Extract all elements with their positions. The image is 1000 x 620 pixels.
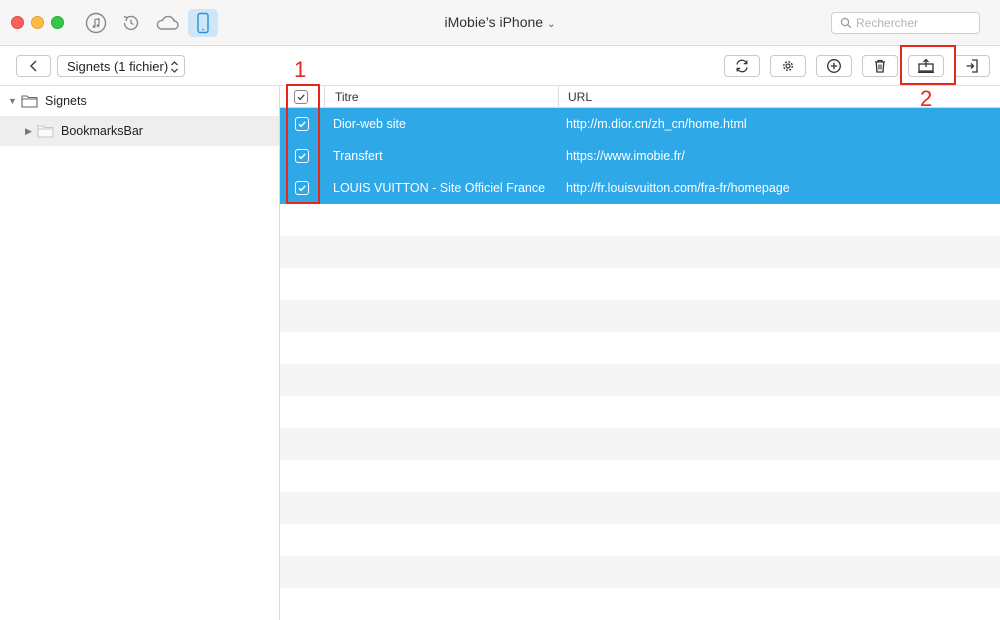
column-header-label: URL — [568, 90, 593, 104]
folder-select[interactable]: Signets (1 fichier) — [57, 55, 185, 77]
disclosure-triangle-expanded-icon[interactable]: ▼ — [8, 96, 17, 106]
annotation-box-checkboxes — [286, 84, 320, 204]
cell-title: Dior-web site — [333, 117, 406, 131]
gear-icon — [783, 61, 793, 71]
send-to-device-button[interactable] — [954, 55, 990, 77]
empty-row — [280, 364, 1000, 396]
folder-icon — [37, 125, 54, 138]
annotation-number-1: 1 — [294, 57, 307, 82]
column-header-title[interactable]: Titre — [324, 86, 559, 108]
table-header: Titre URL — [280, 86, 1000, 108]
folder-icon — [21, 95, 38, 108]
back-button[interactable] — [16, 55, 51, 77]
delete-button[interactable] — [862, 55, 898, 77]
table-row[interactable]: LOUIS VUITTON - Site Officiel France htt… — [280, 172, 1000, 204]
refresh-button[interactable] — [724, 55, 760, 77]
annotation-box-export-button — [900, 45, 956, 85]
cell-title: LOUIS VUITTON - Site Officiel France — [333, 181, 546, 195]
add-icon — [827, 59, 841, 73]
table-row[interactable]: Transfert https://www.imobie.fr/ — [280, 140, 1000, 172]
sidebar: ▼ Signets ▶ BookmarksBar — [0, 86, 280, 620]
cell-url: http://fr.louisvuitton.com/fra-fr/homepa… — [566, 181, 790, 195]
add-button[interactable] — [816, 55, 852, 77]
cell-url: http://m.dior.cn/zh_cn/home.html — [566, 117, 747, 131]
trash-icon — [875, 59, 885, 73]
settings-button[interactable] — [770, 55, 806, 77]
cell-title: Transfert — [333, 149, 383, 163]
tree-item-signets[interactable]: ▼ Signets — [0, 86, 279, 116]
search-box[interactable] — [831, 12, 980, 34]
cell-url: https://www.imobie.fr/ — [566, 149, 685, 163]
device-name: iMobie’s iPhone — [444, 14, 544, 30]
empty-row — [280, 428, 1000, 460]
chevron-left-icon — [29, 60, 37, 72]
send-to-device-icon — [966, 59, 978, 73]
search-icon — [840, 17, 852, 29]
disclosure-triangle-collapsed-icon[interactable]: ▶ — [25, 126, 32, 137]
tree-item-bookmarksbar[interactable]: ▶ BookmarksBar — [0, 116, 279, 146]
empty-row — [280, 300, 1000, 332]
empty-row — [280, 236, 1000, 268]
empty-row — [280, 492, 1000, 524]
chevron-down-icon: ⌄ — [547, 19, 556, 30]
tree-item-label: Signets — [45, 94, 87, 108]
toolbar: Signets (1 fichier) — [0, 46, 1000, 86]
search-input[interactable] — [854, 15, 964, 31]
refresh-icon — [736, 59, 748, 73]
title-bar: iMobie’s iPhone ⌄ — [0, 0, 1000, 46]
annotation-number-2: 2 — [920, 86, 933, 111]
column-header-url[interactable]: URL — [558, 86, 1000, 108]
tree-item-label: BookmarksBar — [61, 124, 143, 138]
up-down-arrows-icon — [171, 61, 178, 73]
folder-select-label: Signets (1 fichier) — [67, 58, 169, 74]
table-row[interactable]: Dior-web site http://m.dior.cn/zh_cn/hom… — [280, 108, 1000, 140]
column-header-label: Titre — [335, 90, 359, 104]
bookmarks-table: Titre URL Dior-web site http://m.dior.cn… — [280, 86, 1000, 620]
empty-row — [280, 556, 1000, 588]
